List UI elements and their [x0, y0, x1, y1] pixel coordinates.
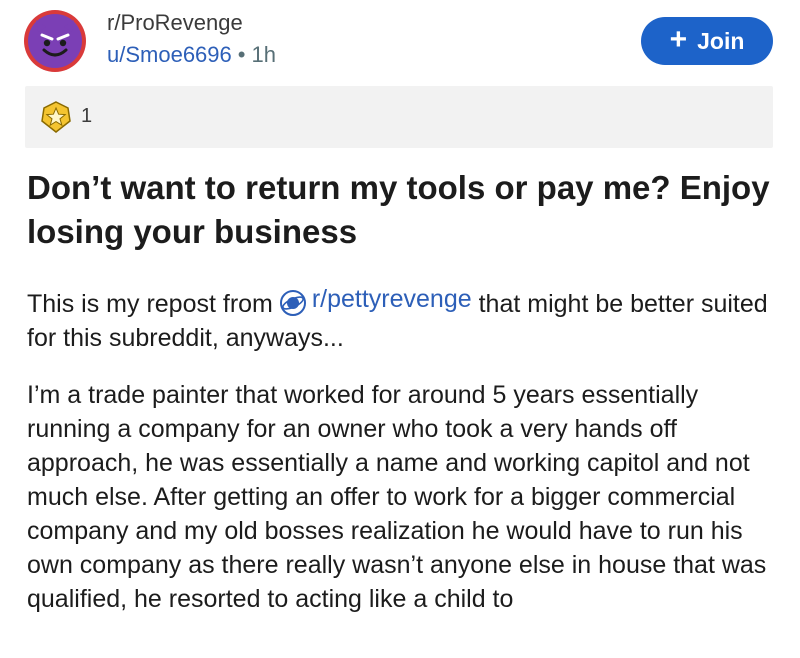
devil-face-icon — [28, 14, 82, 68]
award-bar[interactable]: 1 — [25, 86, 773, 148]
gold-star-award-icon — [41, 101, 71, 133]
award-count: 1 — [81, 105, 93, 127]
join-label: Join — [697, 27, 745, 54]
plus-icon: + — [669, 22, 688, 56]
subreddit-name[interactable]: r/ProRevenge — [107, 10, 243, 36]
post-body-paragraph-1: This is my repost from r/pettyrevenge th… — [27, 282, 777, 355]
p1-prefix: This is my repost from — [27, 290, 273, 318]
author-link[interactable]: u/Smoe6696 — [107, 42, 232, 67]
post-title: Don’t want to return my tools or pay me?… — [27, 169, 770, 250]
join-button[interactable]: + Join — [641, 17, 773, 65]
post-time: 1h — [251, 42, 276, 67]
post-header: r/ProRevenge u/Smoe6696 • 1h + Join — [0, 0, 800, 90]
post-body-paragraph-2: I’m a trade painter that worked for arou… — [27, 381, 767, 613]
pettyrevenge-link[interactable]: r/pettyrevenge — [312, 282, 472, 316]
post-meta: u/Smoe6696 • 1h — [107, 42, 276, 68]
planet-icon — [279, 290, 306, 316]
meta-separator: • — [237, 42, 246, 67]
subreddit-chip[interactable]: r/pettyrevenge — [279, 282, 472, 316]
subreddit-avatar[interactable] — [24, 10, 86, 72]
